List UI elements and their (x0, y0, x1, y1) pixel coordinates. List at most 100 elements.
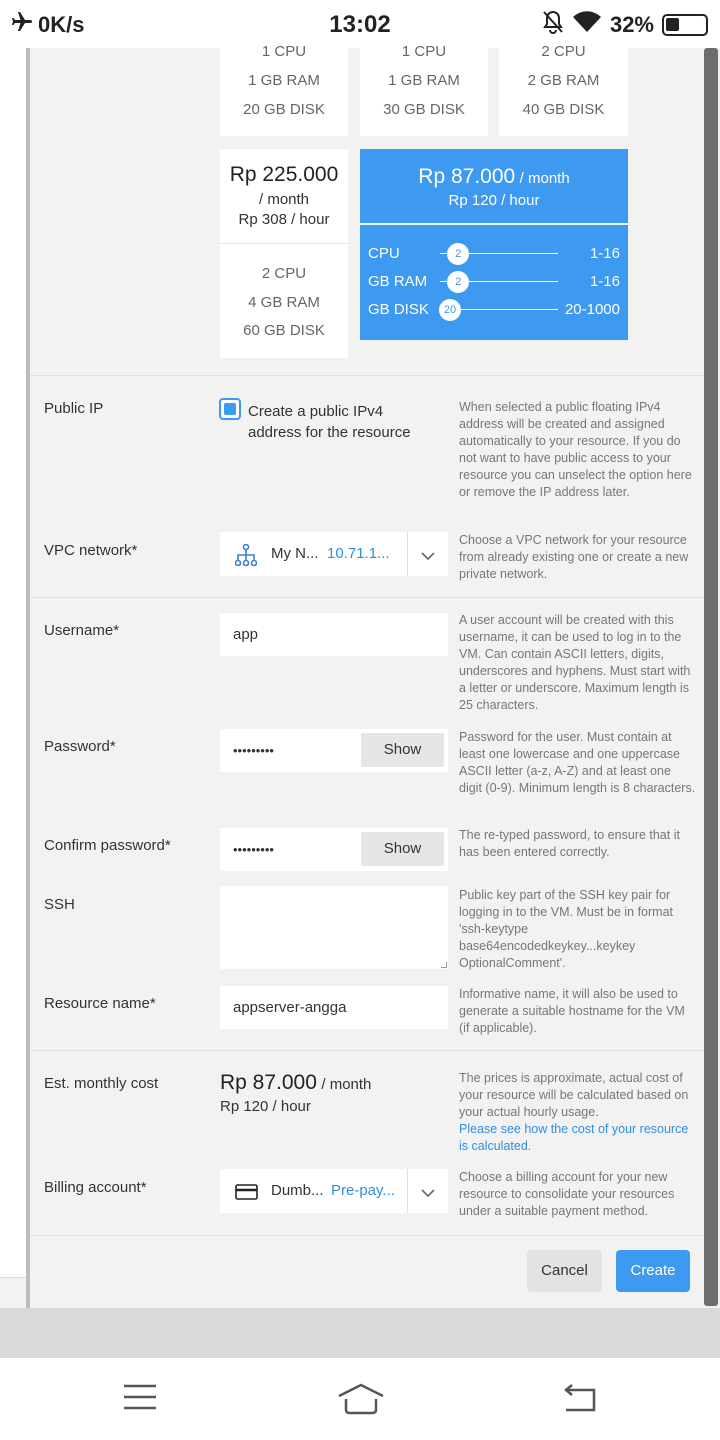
ram-slider[interactable]: GB RAM 2 1-16 (368, 271, 620, 293)
home-icon[interactable] (336, 1382, 388, 1415)
section-divider (30, 597, 704, 598)
cost-help-text: The prices is approximate, actual cost o… (459, 1071, 689, 1119)
username-help: A user account will be created with this… (459, 613, 691, 712)
slider-knob[interactable]: 2 (447, 243, 470, 265)
vpc-subnet: 10.71.1... (327, 545, 390, 562)
cancel-button[interactable]: Cancel (527, 1250, 602, 1292)
plan-card-2[interactable]: 1 CPU 1 GB RAM 30 GB DISK (360, 43, 488, 136)
plan-per-month: / month (258, 191, 310, 208)
cost-hourly: Rp 120 / hour (220, 1098, 311, 1115)
public-ip-checkbox[interactable] (219, 398, 241, 420)
credit-card-icon (235, 1183, 259, 1205)
section-divider (30, 1050, 704, 1051)
confirm-password-input[interactable]: ••••••••• Show (220, 828, 448, 871)
cost-value: Rp 87.000 / month (220, 1071, 371, 1095)
vpc-select[interactable]: My N... 10.71.1... (220, 532, 448, 576)
battery-icon (662, 14, 708, 36)
ssh-label: SSH (44, 896, 75, 913)
slider-knob[interactable]: 2 (447, 271, 470, 293)
cost-label: Est. monthly cost (44, 1075, 159, 1092)
show-confirm-password-button[interactable]: Show (361, 832, 444, 866)
password-label: Password* (44, 738, 116, 755)
plan-card-1[interactable]: 1 CPU 1 GB RAM 20 GB DISK (220, 43, 348, 136)
slider-knob[interactable]: 20 (439, 299, 461, 321)
billing-label: Billing account* (44, 1179, 147, 1196)
bell-off-icon (542, 10, 564, 40)
vpc-name: My N... (271, 545, 319, 562)
plan-cpu: 1 CPU (261, 43, 307, 60)
scrollbar[interactable] (704, 48, 718, 1306)
plan-divider (220, 243, 348, 244)
password-input[interactable]: ••••••••• Show (220, 729, 448, 772)
left-divider (26, 48, 30, 1308)
plan-ram: 2 GB RAM (527, 72, 600, 89)
confirm-password-value: ••••••••• (233, 842, 274, 857)
custom-hourly: Rp 120 / hour (448, 192, 540, 209)
custom-plan-card[interactable]: Rp 87.000 / month Rp 120 / hour CPU 2 1-… (360, 149, 628, 340)
custom-price: Rp 87.000 (418, 165, 516, 188)
username-value: app (233, 626, 259, 643)
plan-disk: 60 GB DISK (243, 322, 325, 339)
left-panel-edge (0, 48, 26, 1278)
show-password-button[interactable]: Show (361, 733, 444, 767)
status-bar: 0K/s 13:02 32% (0, 0, 720, 48)
chevron-down-icon (421, 1185, 435, 1202)
vpc-dropdown-toggle[interactable] (407, 532, 448, 576)
cost-price: Rp 87.000 (220, 1071, 317, 1094)
page-footer-area (0, 1308, 720, 1358)
billing-name: Dumb... (271, 1182, 324, 1199)
confirm-password-label: Confirm password* (44, 837, 171, 854)
disk-slider[interactable]: GB DISK 20 20-1000 (368, 299, 620, 321)
resource-name-help: Informative name, it will also be used t… (459, 987, 685, 1035)
network-tree-icon (234, 543, 258, 570)
cost-per-month: / month (321, 1076, 372, 1093)
slider-label: GB DISK (368, 301, 429, 318)
plan-ram: 1 GB RAM (388, 72, 460, 89)
billing-select[interactable]: Dumb... Pre-pay... (220, 1169, 448, 1213)
section-divider (30, 375, 704, 376)
resource-name-input[interactable]: appserver-angga (220, 986, 448, 1029)
battery-level: 32% (609, 12, 654, 37)
password-help: Password for the user. Must contain at l… (459, 730, 696, 795)
username-label: Username* (44, 622, 120, 639)
billing-type: Pre-pay... (331, 1182, 395, 1199)
ssh-help: Public key part of the SSH key pair for … (459, 888, 673, 970)
slider-range: 20-1000 (564, 301, 620, 318)
public-ip-checkbox-label[interactable]: Create a public IPv4 address for the res… (248, 401, 411, 443)
wifi-icon (572, 10, 602, 40)
slider-label: GB RAM (368, 273, 428, 290)
plan-cpu: 2 CPU (261, 265, 307, 282)
public-ip-label: Public IP (44, 400, 104, 417)
checkbox-label-line: address for the resource (248, 424, 411, 441)
menu-icon[interactable] (122, 1382, 162, 1414)
resource-name-label: Resource name* (44, 995, 156, 1012)
cost-help: The prices is approximate, actual cost o… (459, 1070, 697, 1155)
plan-card-4[interactable]: Rp 225.000 / month Rp 308 / hour 2 CPU 4… (220, 149, 348, 358)
billing-help: Choose a billing account for your new re… (459, 1170, 675, 1218)
cpu-slider[interactable]: CPU 2 1-16 (368, 243, 620, 265)
plan-card-3[interactable]: 2 CPU 2 GB RAM 40 GB DISK (499, 43, 628, 136)
confirm-password-help: The re-typed password, to ensure that it… (459, 828, 680, 859)
resize-handle-icon[interactable] (441, 962, 447, 968)
username-input[interactable]: app (220, 613, 448, 656)
plan-disk: 40 GB DISK (522, 101, 605, 118)
plan-hourly: Rp 308 / hour (238, 211, 330, 228)
create-button[interactable]: Create (616, 1250, 690, 1292)
custom-divider (360, 223, 628, 225)
vpc-help: Choose a VPC network for your resource f… (459, 533, 689, 581)
plan-price: Rp 225.000 (229, 163, 339, 186)
public-ip-help: When selected a public floating IPv4 add… (459, 400, 692, 499)
chevron-down-icon (421, 548, 435, 565)
slider-range: 1-16 (589, 245, 620, 262)
password-value: ••••••••• (233, 743, 274, 758)
slider-label: CPU (368, 245, 400, 262)
billing-dropdown-toggle[interactable] (407, 1169, 448, 1213)
cost-calculation-link[interactable]: Please see how the cost of your resource… (459, 1122, 688, 1153)
checkbox-label-line: Create a public IPv4 (248, 403, 384, 420)
back-icon[interactable] (560, 1382, 600, 1414)
section-divider (30, 1235, 704, 1236)
ssh-textarea[interactable] (220, 886, 448, 969)
navigation-bar (0, 1358, 720, 1440)
plan-cpu: 2 CPU (541, 43, 586, 60)
plan-cpu: 1 CPU (401, 43, 447, 60)
